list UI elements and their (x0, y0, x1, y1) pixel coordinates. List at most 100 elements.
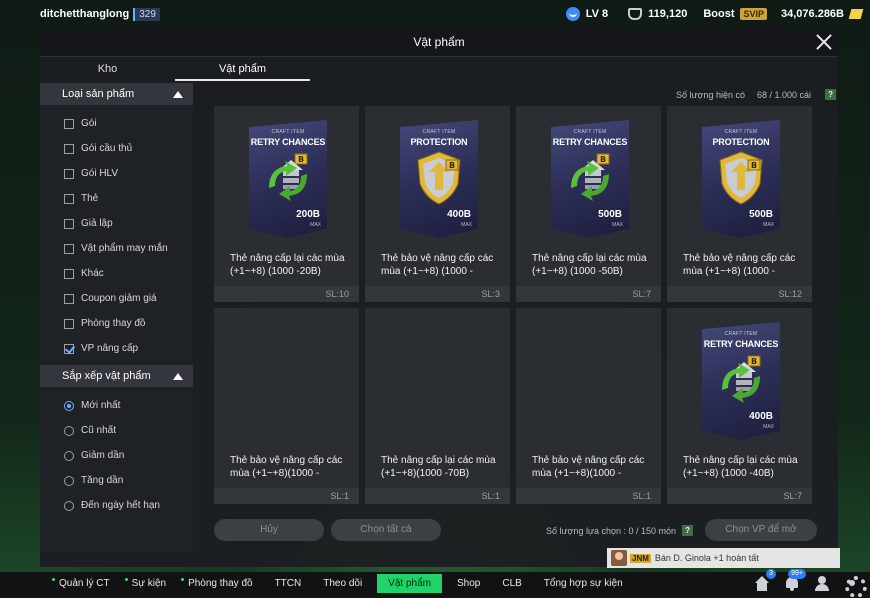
checkbox[interactable] (64, 143, 74, 154)
filter-item[interactable]: Vật phẩm may mắn (40, 236, 193, 261)
item-card[interactable]: CRAFT ITEM RETRY CHANCES B 500B MAX Thẻ … (516, 106, 661, 302)
gear-icon[interactable] (844, 576, 867, 598)
filter-item[interactable]: Gói HLV (40, 161, 193, 186)
nav-item[interactable]: CLB (491, 572, 532, 595)
item-value: 500B (749, 209, 773, 220)
item-name: Thẻ nâng cấp lại các mùa (+1~+8) (1000 -… (230, 253, 345, 277)
svip-badge: SVIP (740, 8, 767, 20)
filter-item-label: Vật phẩm may mắn (81, 243, 168, 254)
nav-item[interactable]: Shop (446, 572, 491, 595)
item-thumbnail: CRAFT ITEM RETRY CHANCES B 200B MAX (214, 106, 359, 238)
help-icon[interactable]: ? (825, 89, 837, 100)
product-type-list: Gói Gói cầu thủ Gói HLV Thẻ Giả lập Vật phẩm … (40, 105, 193, 365)
item-name: Thẻ bảo vệ nâng cấp các mùa (+1~+8)(1000… (230, 455, 343, 479)
item-quantity: SL:12 (778, 289, 802, 299)
nav-item[interactable]: Tổng hợp sự kiện (533, 572, 634, 595)
checkbox[interactable] (64, 318, 74, 329)
item-thumbnail: CRAFT ITEM RETRY CHANCES B 500B MAX (516, 106, 661, 238)
item-card[interactable]: CRAFT ITEM PROTECTION B 500B MAX Thẻ bảo… (667, 106, 812, 302)
max-label: MAX (310, 222, 321, 228)
notification-text: Bán D. Ginola +1 hoàn tất (654, 553, 759, 563)
bottom-nav: Quản lý CT Sự kiện Phòng thay đồ TTCN Theo d… (0, 569, 870, 598)
nav-item[interactable]: Vật phẩm (377, 574, 442, 593)
home-badge: 3 (766, 569, 776, 579)
item-name: Thẻ nâng cấp lại các mùa (+1~+8)(1000 -7… (381, 455, 496, 479)
radio-button[interactable] (64, 425, 74, 436)
level-icon (565, 7, 580, 21)
craft-item-card: CRAFT ITEM RETRY CHANCES B 500B MAX (551, 120, 629, 238)
close-icon[interactable] (814, 32, 834, 52)
craft-item-card: CRAFT ITEM RETRY CHANCES B 400B MAX (702, 322, 780, 440)
boost-label[interactable]: Boost (703, 8, 734, 20)
craft-item-card: CRAFT ITEM PROTECTION B 500B MAX (702, 120, 780, 238)
checkbox[interactable] (64, 168, 74, 179)
tab-storage[interactable]: Kho (40, 57, 175, 81)
checkbox[interactable] (64, 268, 74, 279)
item-value: 500B (598, 209, 622, 220)
sort-option[interactable]: Đến ngày hết hạn (40, 493, 193, 518)
item-card[interactable]: Thẻ nâng cấp lại các mùa (+1~+8)(1000 -7… (365, 308, 510, 504)
filter-item[interactable]: Khác (40, 261, 193, 286)
profile-icon[interactable] (814, 576, 830, 591)
coins: 119,120 (648, 8, 688, 20)
filter-item[interactable]: Phòng thay đồ (40, 311, 193, 336)
home-icon[interactable]: 3 (754, 569, 776, 591)
radio-button[interactable] (64, 500, 74, 511)
tab-items[interactable]: Vật phẩm (175, 57, 310, 81)
sort-option[interactable]: Mới nhất (40, 393, 193, 418)
craft-label: CRAFT ITEM (422, 129, 456, 135)
filter-item[interactable]: Coupon giảm giá (40, 286, 193, 311)
product-type-header[interactable]: Loại sản phẩm (40, 83, 193, 105)
checkbox[interactable] (64, 243, 74, 254)
checkbox[interactable] (64, 118, 74, 129)
checkbox[interactable] (64, 343, 74, 354)
sort-option[interactable]: Giảm dần (40, 443, 193, 468)
item-card[interactable]: Thẻ bảo vệ nâng cấp các mùa (+1~+8)(1000… (214, 308, 359, 504)
checkbox[interactable] (64, 218, 74, 229)
craft-label: CRAFT ITEM (573, 129, 607, 135)
sort-option[interactable]: Cũ nhất (40, 418, 193, 443)
craft-item-card: CRAFT ITEM PROTECTION B 400B MAX (400, 120, 478, 238)
item-thumbnail (365, 308, 510, 438)
bell-icon[interactable]: 99+ (784, 569, 806, 591)
sort-option-label: Đến ngày hết hạn (81, 500, 160, 511)
filter-item[interactable]: Thẻ (40, 186, 193, 211)
modal-tabs: Kho Vật phẩm (40, 57, 310, 81)
item-card[interactable]: CRAFT ITEM RETRY CHANCES B 200B MAX Thẻ … (214, 106, 359, 302)
checkbox[interactable] (64, 293, 74, 304)
filter-item[interactable]: VP nâng cấp (40, 336, 193, 361)
nav-item[interactable]: Phòng thay đồ (177, 572, 264, 595)
filter-item-label: Gói cầu thủ (81, 143, 133, 154)
item-card[interactable]: CRAFT ITEM RETRY CHANCES B 400B MAX Thẻ … (667, 308, 812, 504)
nav-item[interactable]: Sự kiện (121, 572, 178, 595)
filter-item[interactable]: Giả lập (40, 211, 193, 236)
filter-item-label: Gói (81, 118, 97, 129)
item-value: 400B (447, 209, 471, 220)
filter-item[interactable]: Gói (40, 111, 193, 136)
item-card[interactable]: CRAFT ITEM PROTECTION B 400B MAX Thẻ bảo… (365, 106, 510, 302)
items-modal: Vật phẩm Kho Vật phẩm Loại sản phẩm Gói G… (40, 27, 838, 567)
filter-item-label: VP nâng cấp (81, 343, 139, 354)
bp-icon (848, 9, 864, 19)
sale-notification[interactable]: JNM Bán D. Ginola +1 hoàn tất (607, 548, 840, 568)
retry-arrows-icon: B (563, 150, 617, 206)
filter-item[interactable]: Gói cầu thủ (40, 136, 193, 161)
checkbox[interactable] (64, 193, 74, 204)
player-avatar (611, 550, 627, 566)
open-selected-button[interactable]: Chọn VP để mở (705, 519, 817, 541)
radio-button[interactable] (64, 475, 74, 486)
item-value: 400B (749, 411, 773, 422)
user-id: 329 (133, 7, 160, 21)
help-icon[interactable]: ? (682, 525, 694, 536)
sort-header[interactable]: Sắp xếp vật phẩm (40, 365, 193, 387)
cancel-button[interactable]: Hủy (214, 519, 324, 541)
nav-item[interactable]: TTCN (264, 572, 313, 595)
max-label: MAX (763, 222, 774, 228)
nav-item[interactable]: Theo dõi (312, 572, 373, 595)
sort-option[interactable]: Tăng dần (40, 468, 193, 493)
select-all-button[interactable]: Chọn tất cả (331, 519, 441, 541)
nav-item[interactable]: Quản lý CT (48, 572, 121, 595)
item-card[interactable]: Thẻ bảo vệ nâng cấp các mùa (+1~+8)(1000… (516, 308, 661, 504)
radio-button[interactable] (64, 400, 74, 411)
radio-button[interactable] (64, 450, 74, 461)
